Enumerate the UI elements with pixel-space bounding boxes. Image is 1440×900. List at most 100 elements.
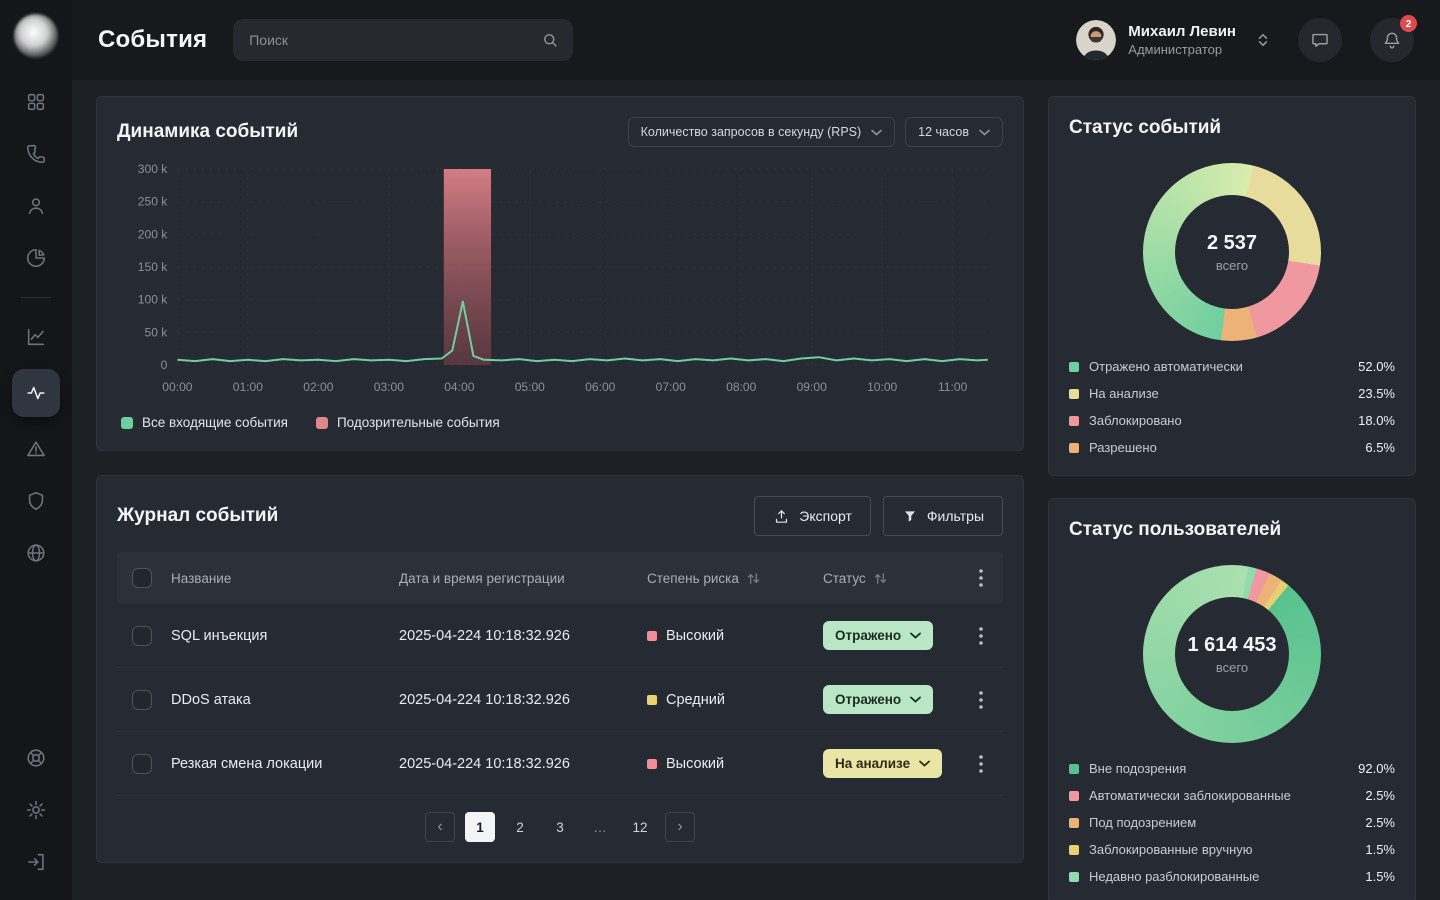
pagination-page-2[interactable]: 2 bbox=[505, 812, 535, 842]
user-icon bbox=[25, 195, 47, 217]
column-header-name[interactable]: Название bbox=[171, 571, 399, 586]
row-checkbox[interactable] bbox=[132, 690, 152, 710]
sidebar-item-events[interactable] bbox=[12, 369, 60, 417]
logout-icon bbox=[25, 851, 47, 873]
users-total-label: всего bbox=[1216, 660, 1248, 675]
legend-item: На анализе23.5% bbox=[1069, 386, 1395, 401]
legend-label: Заблокировано bbox=[1089, 413, 1182, 428]
search-icon bbox=[541, 31, 559, 49]
sidebar-nav bbox=[12, 82, 60, 573]
pagination-next[interactable]: › bbox=[665, 812, 695, 842]
status-cell: Отражено bbox=[823, 621, 959, 650]
table-menu-button[interactable] bbox=[959, 552, 1003, 604]
event-date: 2025-04-224 10:18:32.926 bbox=[399, 628, 647, 644]
sidebar-item-clients[interactable] bbox=[16, 186, 56, 226]
alert-triangle-icon bbox=[25, 438, 47, 460]
legend-item: Вне подозрения92.0% bbox=[1069, 761, 1395, 776]
sidebar-item-support[interactable] bbox=[16, 738, 56, 778]
range-select[interactable]: 12 часов bbox=[905, 117, 1003, 147]
sidebar-item-network[interactable] bbox=[16, 533, 56, 573]
row-checkbox[interactable] bbox=[132, 626, 152, 646]
svg-text:300 k: 300 k bbox=[138, 162, 169, 176]
legend-percent: 2.5% bbox=[1365, 788, 1395, 803]
sidebar-item-security[interactable] bbox=[16, 481, 56, 521]
events-status-panel: Статус событий 2 537 всего Отражено авто… bbox=[1048, 96, 1416, 476]
column-header-date[interactable]: Дата и время регистрации bbox=[399, 571, 647, 586]
grid-icon bbox=[25, 91, 47, 113]
pagination-page-3[interactable]: 3 bbox=[545, 812, 575, 842]
pagination-page-12[interactable]: 12 bbox=[625, 812, 655, 842]
legend-label: На анализе bbox=[1089, 386, 1159, 401]
chart-legend: Все входящие событияПодозрительные событ… bbox=[117, 415, 1003, 430]
pagination: ‹123…12› bbox=[117, 812, 1003, 842]
legend-swatch bbox=[121, 417, 133, 429]
row-menu-button[interactable] bbox=[959, 604, 1003, 667]
events-log-panel: Журнал событий Экспорт bbox=[96, 475, 1024, 863]
company-logo[interactable] bbox=[14, 14, 58, 58]
pagination-prev[interactable]: ‹ bbox=[425, 812, 455, 842]
users-status-legend: Вне подозрения92.0% Автоматически заблоки… bbox=[1069, 761, 1395, 884]
donut-center: 1 614 453 всего bbox=[1175, 597, 1289, 711]
messages-button[interactable] bbox=[1298, 18, 1342, 62]
table-row: DDoS атака2025-04-224 10:18:32.926Средни… bbox=[117, 668, 1003, 732]
user-menu[interactable]: Михаил Левин Администратор bbox=[1076, 20, 1270, 60]
row-menu-button[interactable] bbox=[959, 732, 1003, 795]
event-name: DDoS атака bbox=[171, 692, 399, 708]
sidebar-item-analytics[interactable] bbox=[16, 317, 56, 357]
sidebar-item-logout[interactable] bbox=[16, 842, 56, 882]
legend-percent: 18.0% bbox=[1358, 413, 1395, 428]
events-status-donut: 2 537 всего bbox=[1143, 163, 1321, 341]
sidebar-item-dashboard[interactable] bbox=[16, 82, 56, 122]
column-header-status[interactable]: Статус bbox=[823, 571, 959, 586]
sidebar-item-settings[interactable] bbox=[16, 790, 56, 830]
status-select[interactable]: Отражено bbox=[823, 621, 933, 650]
risk-level: Высокий bbox=[647, 756, 823, 772]
sidebar-item-incidents[interactable] bbox=[16, 429, 56, 469]
globe-icon bbox=[25, 542, 47, 564]
status-select[interactable]: Отражено bbox=[823, 685, 933, 714]
risk-dot bbox=[647, 695, 657, 705]
panel-title: Статус пользователей bbox=[1069, 519, 1395, 541]
search-box[interactable] bbox=[233, 19, 573, 61]
legend-swatch bbox=[1069, 362, 1079, 372]
svg-text:11:00: 11:00 bbox=[938, 380, 968, 394]
export-button[interactable]: Экспорт bbox=[754, 496, 871, 536]
risk-dot bbox=[647, 631, 657, 641]
filters-button[interactable]: Фильтры bbox=[883, 496, 1003, 536]
main-area: События bbox=[72, 0, 1440, 900]
line-chart-icon bbox=[25, 326, 47, 348]
svg-text:02:00: 02:00 bbox=[303, 380, 334, 394]
users-status-panel: Статус пользователей 1 614 453 всего Вне… bbox=[1048, 498, 1416, 900]
row-checkbox[interactable] bbox=[132, 754, 152, 774]
select-all-checkbox[interactable] bbox=[132, 568, 152, 588]
right-column: Статус событий 2 537 всего Отражено авто… bbox=[1048, 96, 1416, 900]
sidebar-item-reports[interactable] bbox=[16, 238, 56, 278]
users-total: 1 614 453 bbox=[1188, 634, 1277, 657]
legend-label: Автоматически заблокированные bbox=[1089, 788, 1291, 803]
status-cell: На анализе bbox=[823, 749, 959, 778]
column-header-risk[interactable]: Степень риска bbox=[647, 571, 823, 586]
legend-swatch bbox=[1069, 818, 1079, 828]
table-row: SQL инъекция2025-04-224 10:18:32.926Высо… bbox=[117, 604, 1003, 668]
legend-percent: 1.5% bbox=[1365, 869, 1395, 884]
risk-level: Высокий bbox=[647, 628, 823, 644]
svg-text:10:00: 10:00 bbox=[867, 380, 898, 394]
status-select[interactable]: На анализе bbox=[823, 749, 942, 778]
metric-select-value: Количество запросов в секунду (RPS) bbox=[641, 125, 862, 139]
svg-text:200 k: 200 k bbox=[138, 227, 169, 241]
notifications-button[interactable]: 2 bbox=[1370, 18, 1414, 62]
sidebar bbox=[0, 0, 72, 900]
legend-label: Отражено автоматически bbox=[1089, 359, 1243, 374]
metric-select[interactable]: Количество запросов в секунду (RPS) bbox=[628, 117, 896, 147]
events-line-chart: 050 k100 k150 k200 k250 k300 k00:0001:00… bbox=[117, 159, 1003, 407]
risk-dot bbox=[647, 759, 657, 769]
sidebar-item-calls[interactable] bbox=[16, 134, 56, 174]
svg-text:09:00: 09:00 bbox=[797, 380, 828, 394]
phone-icon bbox=[25, 143, 47, 165]
sidebar-bottom-nav bbox=[16, 738, 56, 882]
status-cell: Отражено bbox=[823, 685, 959, 714]
pagination-page-1[interactable]: 1 bbox=[465, 812, 495, 842]
pagination-ellipsis: … bbox=[585, 812, 615, 842]
row-menu-button[interactable] bbox=[959, 668, 1003, 731]
search-input[interactable] bbox=[247, 31, 531, 49]
